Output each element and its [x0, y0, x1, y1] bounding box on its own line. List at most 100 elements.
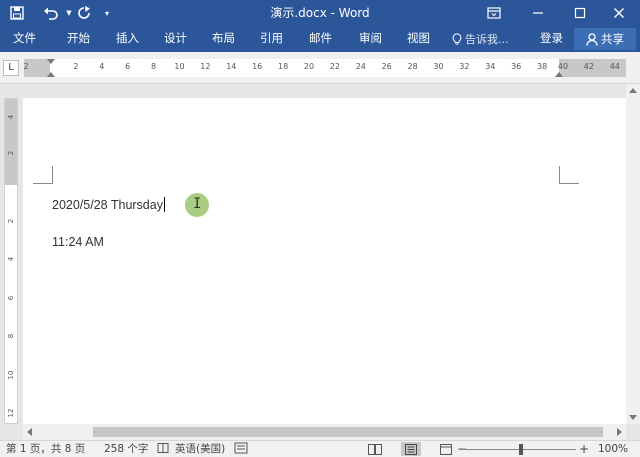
ruler-number: 14	[226, 62, 237, 71]
scroll-up-arrow-icon[interactable]	[629, 88, 637, 93]
maximize-icon	[574, 7, 586, 19]
ruler-number: 34	[485, 62, 496, 71]
date-text: 2020/5/28 Thursday	[52, 198, 163, 212]
close-button[interactable]	[598, 0, 640, 26]
ruler-number: 10	[174, 62, 185, 71]
macro-icon	[234, 442, 248, 454]
undo-button[interactable]	[38, 2, 64, 24]
ruler-number: 6	[125, 62, 131, 71]
tell-me-search[interactable]: 告诉我...	[452, 26, 509, 52]
page-corner-mark-left	[33, 166, 53, 184]
share-label: 共享	[601, 32, 624, 46]
redo-button[interactable]	[74, 2, 94, 24]
share-button[interactable]: 共享	[574, 28, 636, 50]
read-mode-icon	[368, 443, 382, 455]
ruler-number: 42	[583, 62, 594, 71]
time-text: 11:24 AM	[52, 235, 104, 249]
page-corner-mark-right	[559, 166, 579, 184]
document-line[interactable]: 11:24 AM	[52, 235, 104, 249]
person-icon	[586, 32, 598, 46]
language-status[interactable]: 英语(美国)	[175, 442, 225, 457]
tab-home[interactable]: 开始	[63, 26, 94, 52]
word-count-status[interactable]: 258 个字	[104, 442, 148, 457]
ruler-number: 36	[511, 62, 522, 71]
vertical-ruler-number: 12	[7, 408, 15, 418]
minimize-icon	[533, 12, 543, 14]
title-bar: ▼ ▾ 演示.docx - Word	[0, 0, 640, 26]
tell-me-label: 告诉我...	[465, 33, 509, 46]
lightbulb-icon	[452, 32, 462, 44]
tab-design[interactable]: 设计	[160, 26, 191, 52]
scroll-left-arrow-icon[interactable]	[27, 428, 32, 436]
proofing-icon[interactable]	[157, 442, 169, 457]
vertical-ruler-number: 4	[7, 114, 15, 120]
right-indent-marker[interactable]	[555, 72, 563, 77]
tab-layout[interactable]: 布局	[208, 26, 239, 52]
chevron-down-icon: ▼	[66, 9, 72, 17]
zoom-level[interactable]: 100%	[598, 442, 628, 457]
tab-review[interactable]: 审阅	[355, 26, 386, 52]
text-caret	[163, 197, 165, 212]
scroll-down-arrow-icon[interactable]	[629, 415, 637, 420]
book-check-icon	[157, 443, 169, 453]
ruler-number: 18	[278, 62, 289, 71]
tab-insert[interactable]: 插入	[112, 26, 143, 52]
macro-recording-icon[interactable]	[234, 442, 248, 457]
horizontal-scrollbar[interactable]	[23, 424, 626, 440]
login-button[interactable]: 登录	[540, 26, 563, 52]
vertical-ruler-number: 2	[7, 150, 15, 156]
document-page[interactable]: 2020/5/28 Thursday I 11:24 AM	[23, 98, 626, 424]
ruler-number: 20	[303, 62, 315, 71]
print-layout-icon	[405, 443, 417, 455]
ruler-number: 16	[252, 62, 263, 71]
ruler-number: 30	[433, 62, 444, 71]
redo-icon	[78, 6, 90, 19]
customize-quick-access-button[interactable]: ▾	[100, 2, 114, 24]
horizontal-ruler-bar: L 2 2 4 6 8 10 12 14 16 18 20 22 24 26 28 30 32 34 36 38 40 4…	[0, 52, 640, 84]
tab-stop-selector[interactable]: L	[3, 60, 19, 76]
ruler-number: 26	[381, 62, 392, 71]
vertical-ruler-number: 6	[7, 295, 15, 301]
vertical-ruler[interactable]: 4 2 2 4 6 8 10 12	[4, 98, 18, 424]
ruler-number: 28	[407, 62, 418, 71]
ribbon-display-icon	[487, 7, 501, 19]
vertical-scrollbar[interactable]	[626, 84, 640, 424]
tab-view[interactable]: 视图	[403, 26, 434, 52]
ruler-number: 32	[459, 62, 470, 71]
web-layout-icon	[440, 443, 452, 455]
vertical-ruler-number: 8	[7, 333, 15, 339]
tab-file[interactable]: 文件	[9, 26, 40, 52]
scroll-right-arrow-icon[interactable]	[617, 428, 622, 436]
save-icon	[10, 6, 24, 20]
page-count-status[interactable]: 第 1 页，共 8 页	[6, 442, 85, 457]
read-mode-button[interactable]	[365, 442, 385, 456]
ribbon-tab-bar: 文件 开始 插入 设计 布局 引用 邮件 审阅 视图 告诉我... 登录 共享	[0, 26, 640, 52]
ribbon-display-options-button[interactable]	[472, 0, 516, 26]
hanging-indent-marker[interactable]	[47, 72, 55, 77]
vertical-ruler-number: 2	[7, 218, 15, 224]
save-button[interactable]	[6, 2, 28, 24]
web-layout-button[interactable]	[436, 442, 456, 456]
ruler-number: 8	[151, 62, 157, 71]
tab-mailings[interactable]: 邮件	[305, 26, 336, 52]
ruler-number: 2	[23, 62, 29, 71]
ruler-number: 38	[537, 62, 548, 71]
maximize-button[interactable]	[558, 0, 602, 26]
vertical-ruler-number: 4	[7, 256, 15, 262]
undo-dropdown[interactable]: ▼	[64, 2, 74, 24]
horizontal-ruler[interactable]: 2 2 4 6 8 10 12 14 16 18 20 22 24 26 28 30 32 34 36 38 40 42 4…	[23, 59, 626, 77]
document-line[interactable]: 2020/5/28 Thursday	[52, 197, 165, 212]
ruler-number: 44	[609, 62, 620, 71]
vertical-ruler-number: 10	[7, 370, 15, 380]
zoom-slider-thumb[interactable]	[519, 444, 523, 455]
tab-references[interactable]: 引用	[256, 26, 287, 52]
print-layout-button[interactable]	[401, 442, 421, 456]
ruler-number: 2	[73, 62, 79, 71]
zoom-in-button[interactable]: +	[579, 442, 589, 457]
horizontal-scroll-thumb[interactable]	[93, 427, 603, 437]
ruler-number: 40	[557, 62, 569, 71]
status-bar: 第 1 页，共 8 页 258 个字 英语(美国) − + 100%	[0, 440, 640, 457]
first-line-indent-marker[interactable]	[47, 59, 55, 64]
minimize-button[interactable]	[516, 0, 560, 26]
undo-icon	[44, 7, 58, 20]
